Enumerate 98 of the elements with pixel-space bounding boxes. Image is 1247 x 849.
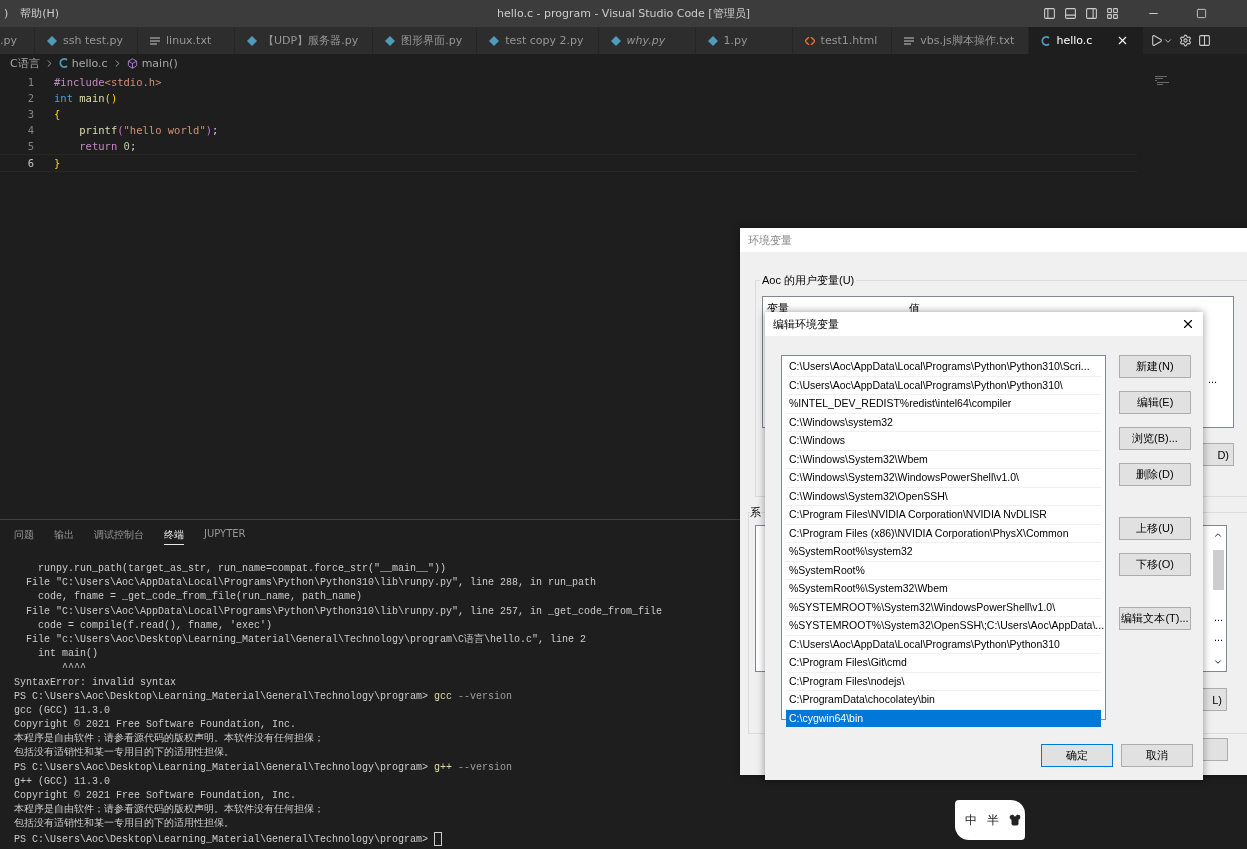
dialog-button[interactable]: 下移(O) [1119,553,1191,576]
code-line: #include<stdio.h> [54,76,162,88]
menu-item[interactable]: ) [0,7,17,20]
panel-toggle-icon[interactable] [1064,7,1077,20]
layout-icon[interactable] [1106,7,1119,20]
c-file-icon [58,58,68,68]
terminal-line: code = compile(f.read(), fname, 'exec') [37,618,273,633]
panel-tab[interactable]: 终端 [164,528,184,545]
editor-tab[interactable]: 【UDP】服务器.py [235,27,374,54]
group-label: Aoc 的用户变量(U) [760,273,857,288]
table-cell: ... [1208,373,1218,385]
terminal-line: ^^^^ [61,661,86,676]
editor-tab[interactable]: ssh test.py [35,27,139,54]
terminal-line: Copyright © 2021 Free Software Foundation, Inc. [14,789,297,803]
terminal-line: int main() [37,647,98,662]
terminal-line: g++ (GCC) 11.3.0 [14,774,110,789]
split-editor-icon[interactable] [1198,34,1212,47]
terminal-line: code, fname = _get_code_from_file(run_name, path_name) [37,590,363,605]
python-file-icon [489,35,500,46]
text-file-icon [904,36,915,45]
maximize-icon[interactable] [1196,8,1207,19]
sidebar-toggle-icon[interactable] [1085,7,1098,20]
code-line: return 0; [78,140,137,152]
scrollbar-thumb[interactable] [1213,550,1224,590]
editor-tab[interactable]: 图形界面.py [373,27,478,54]
terminal-line: PS C:\Users\Aoc\Desktop\Learning_Material\General\Technology\program> gcc --version [14,689,513,704]
group-label: 系 [750,505,761,520]
breadcrumb-item[interactable]: hello.c [71,56,108,70]
c-file-icon [1041,35,1051,46]
dialog-button[interactable]: 上移(U) [1119,517,1191,540]
scroll-down-icon[interactable] [1213,657,1223,667]
terminal-line: runpy.run_path(target_as_str, run_name=compat.force_str("__main__")) [37,562,447,576]
panel-tab[interactable]: JUPYTER [204,528,246,545]
terminal-line: File "C:\Users\Aoc\AppData\Local\Programs\Python\Python310\lib\runpy.py", line 288, in run_path [25,576,597,591]
table-cell: ... [1214,611,1224,623]
dialog-title: 编辑环境变量 [773,316,839,332]
code-line: printf("hello world"); [78,124,219,136]
line-number: 3 [26,108,34,120]
terminal-line: SyntaxError: invalid syntax [14,675,177,690]
editor-tab[interactable]: 1.py [695,27,793,54]
terminal-line: 包括没有适销性和某一专用目的下的适用性担保。 [14,746,234,761]
terminal-line: 包括没有适销性和某一专用目的下的适用性担保。 [14,817,234,832]
editor-tab[interactable]: why.py [598,27,696,54]
breadcrumb-item[interactable]: C语言 [10,55,40,71]
panel-tab[interactable]: 调试控制台 [94,528,144,545]
menu-item[interactable]: 帮助(H) [16,6,68,21]
terminal-line: File "c:\Users\Aoc\Desktop\Learning_Material\General\Technology\program\C语言\hello.c", line 2 [25,632,587,647]
run-icon[interactable] [1150,34,1164,47]
minimap-drawing [1155,76,1169,85]
cancel-button[interactable]: 取消 [1121,744,1193,767]
dialog-button[interactable]: 浏览(B)... [1119,427,1191,450]
table-cell: ... [1214,631,1224,643]
panel-tab[interactable]: 问题 [14,528,34,545]
text-file-icon [150,36,161,45]
editor-tab[interactable]: hello.c [1029,27,1145,54]
code-line: int main() [54,92,118,104]
settings-icon[interactable] [1179,34,1193,47]
window-title: hello.c - program - Visual Studio Code [管理员] [497,7,750,20]
line-number: 4 [26,124,34,136]
dialog-button[interactable]: 新建(N) [1119,355,1191,378]
terminal-line: PS C:\Users\Aoc\Desktop\Learning_Material\General\Technology\program> g++ --version [14,760,513,775]
code-line: } [54,157,61,169]
dialog-title: 环境变量 [748,232,792,248]
dialog-button[interactable]: 删除(D) [1119,463,1191,486]
line-number: 5 [26,140,34,152]
dialog-button[interactable]: 编辑(E) [1119,391,1191,414]
ok-button[interactable]: 确定 [1041,744,1113,767]
dialog-button[interactable]: 编辑文本(T)... [1119,607,1191,630]
editor-tab[interactable]: test copy 2.py [477,27,599,54]
scroll-up-icon[interactable] [1213,530,1223,540]
panel-tab[interactable]: 输出 [54,528,74,545]
python-file-icon [707,35,718,46]
editor-tab[interactable]: vbs.js脚本操作.txt [892,27,1030,54]
terminal-line: 本程序是自由软件；请参看源代码的版权声明。本软件没有任何担保； [14,732,324,747]
python-file-icon [385,35,396,46]
line-number: 2 [26,92,34,104]
width-mode[interactable]: 半 [987,811,999,829]
sidebar-toggle-icon[interactable] [1043,7,1056,20]
code-line: { [54,108,61,120]
line-number: 1 [26,76,34,88]
breadcrumb-item[interactable]: main() [141,56,178,70]
python-file-icon [247,35,258,46]
terminal-line: Copyright © 2021 Free Software Foundation, Inc. [14,718,297,732]
cube-icon [126,57,138,69]
terminal-line: gcc (GCC) 11.3.0 [14,703,110,718]
python-file-icon [610,35,621,46]
terminal-line: 本程序是自由软件；请参看源代码的版权声明。本软件没有任何担保； [14,803,324,818]
python-file-icon [47,35,57,46]
code-file-icon [804,36,815,45]
line-number: 6 [26,157,34,169]
terminal-line: PS C:\Users\Aoc\Desktop\Learning_Material\General\Technology\program> [14,831,443,846]
close-icon[interactable] [1181,317,1195,331]
shirt-icon[interactable] [1009,814,1021,826]
editor-tab[interactable]: test1.html [792,27,893,54]
terminal-line: File "C:\Users\Aoc\AppData\Local\Programs\Python\Python310\lib\runpy.py", line 257, in _get_code_from_file [25,604,663,619]
editor-tab[interactable]: linux.txt [138,27,236,54]
editor-tab[interactable]: .py [0,27,35,54]
input-mode[interactable]: 中 [965,811,977,829]
